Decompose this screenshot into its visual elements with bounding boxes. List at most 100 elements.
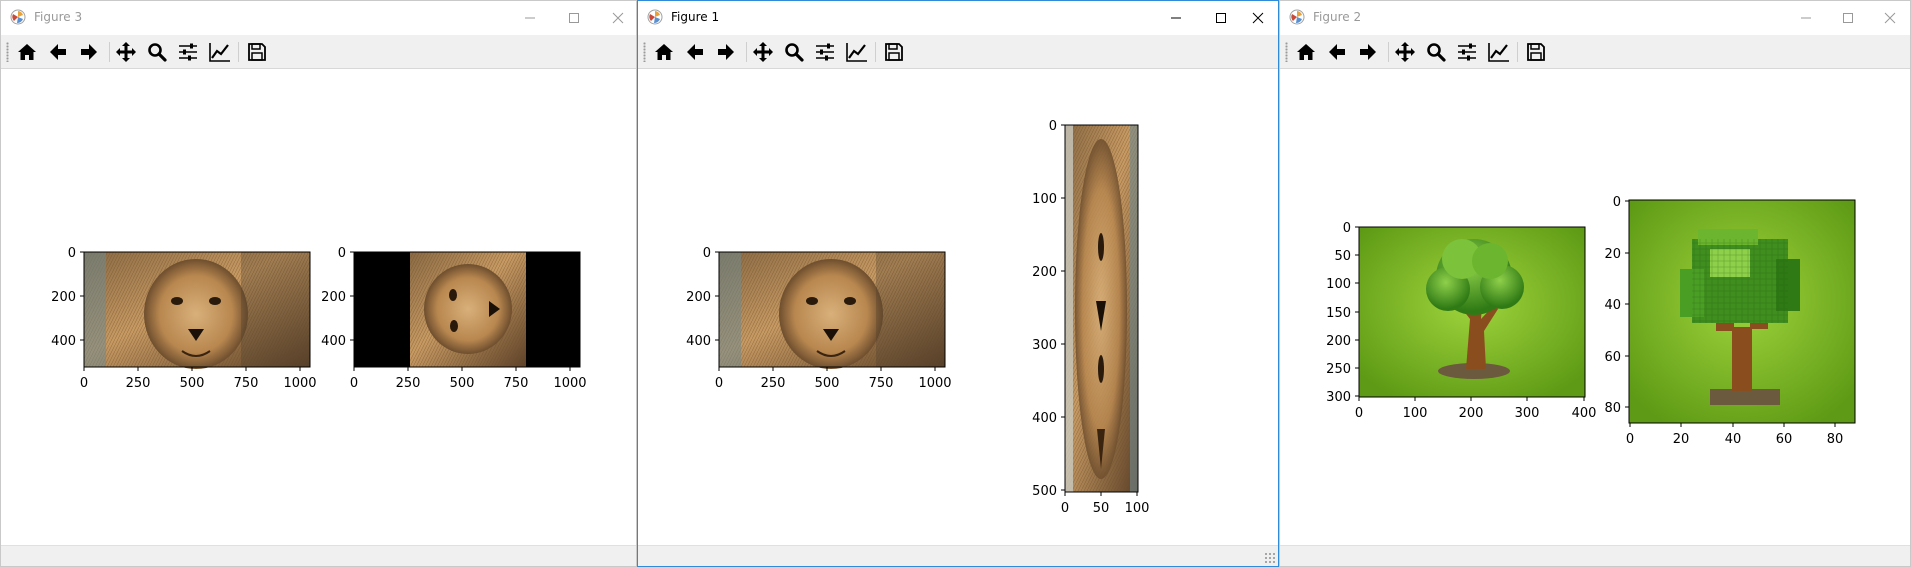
forward-arrow-icon: [1360, 44, 1376, 60]
toolbar-separator: [109, 42, 110, 62]
x-tick-label: 200: [1459, 406, 1484, 421]
minimize-button[interactable]: [1156, 6, 1196, 30]
lion-rotated-image: [354, 252, 580, 367]
toolbar-grip[interactable]: [1285, 42, 1288, 62]
save-button[interactable]: [1524, 41, 1548, 63]
toolbar-grip[interactable]: [6, 42, 9, 62]
save-floppy-icon: [885, 43, 903, 61]
close-button[interactable]: [1238, 6, 1278, 30]
x-tick-label: 400: [1572, 406, 1597, 421]
window-titlebar[interactable]: Figure 3: [1, 1, 636, 35]
save-button[interactable]: [882, 41, 906, 63]
y-tick-label: 0: [1049, 119, 1057, 134]
figure-1-window: Figure 1 0 250 500 750 1000 0 200 400 0 …: [637, 0, 1279, 567]
toolbar-separator: [238, 42, 239, 62]
home-button[interactable]: [1294, 41, 1318, 63]
home-button[interactable]: [15, 41, 39, 63]
x-tick-label: 60: [1776, 432, 1793, 447]
close-button[interactable]: [1870, 6, 1910, 30]
configure-subplots-button[interactable]: [1455, 41, 1479, 63]
zoom-button[interactable]: [1424, 41, 1448, 63]
home-button[interactable]: [652, 41, 676, 63]
y-axis-ticks: 0 200 400: [321, 246, 354, 349]
x-axis-ticks: 0 100 200 300 400: [1355, 397, 1597, 421]
forward-button[interactable]: [1356, 41, 1380, 63]
y-tick-label: 60: [1604, 350, 1621, 365]
y-tick-label: 100: [1032, 192, 1057, 207]
close-icon: [1884, 12, 1896, 24]
x-tick-label: 0: [1626, 432, 1634, 447]
configure-subplots-button[interactable]: [176, 41, 200, 63]
axes-image-1: 0 100 200 300 400 0 50 100 150 200 250 3…: [1326, 221, 1596, 421]
x-tick-label: 500: [815, 376, 840, 391]
figure-canvas[interactable]: 0 100 200 300 400 0 50 100 150 200 250 3…: [1280, 69, 1911, 548]
x-tick-label: 1000: [553, 376, 586, 391]
matplotlib-app-icon: [1289, 9, 1305, 25]
minimize-icon: [525, 17, 535, 19]
pan-button[interactable]: [114, 41, 138, 63]
save-button[interactable]: [245, 41, 269, 63]
pan-button[interactable]: [751, 41, 775, 63]
figure-canvas[interactable]: 0 250 500 750 1000 0 200 400: [1, 69, 637, 548]
forward-button[interactable]: [714, 41, 738, 63]
close-icon: [1252, 12, 1264, 24]
maximize-button[interactable]: [554, 6, 594, 30]
zoom-magnifier-icon: [785, 43, 804, 62]
status-bar: [638, 545, 1278, 566]
x-tick-label: 100: [1403, 406, 1428, 421]
close-icon: [612, 12, 624, 24]
x-tick-label: 40: [1725, 432, 1742, 447]
maximize-button[interactable]: [1828, 6, 1868, 30]
x-axis-ticks: 0 250 500 750 1000: [350, 367, 587, 391]
resize-grip[interactable]: [1264, 552, 1276, 564]
y-tick-label: 0: [1613, 195, 1621, 210]
minimize-button[interactable]: [510, 6, 550, 30]
back-arrow-icon: [50, 44, 66, 60]
figure-canvas[interactable]: 0 250 500 750 1000 0 200 400: [638, 69, 1278, 548]
y-tick-label: 50: [1334, 249, 1351, 264]
maximize-icon: [1843, 13, 1853, 23]
back-button[interactable]: [683, 41, 707, 63]
edit-axis-button[interactable]: [207, 41, 231, 63]
x-axis-ticks: 0 20 40 60 80: [1626, 423, 1843, 447]
back-button[interactable]: [46, 41, 70, 63]
x-tick-label: 0: [350, 376, 358, 391]
maximize-icon: [1216, 13, 1226, 23]
back-button[interactable]: [1325, 41, 1349, 63]
navigation-toolbar: [638, 35, 1278, 69]
x-tick-label: 750: [504, 376, 529, 391]
maximize-button[interactable]: [1201, 6, 1241, 30]
axes-image-2: 0 250 500 750 1000 0 200 400: [321, 246, 586, 391]
x-tick-label: 0: [1061, 501, 1069, 516]
zoom-button[interactable]: [782, 41, 806, 63]
toolbar-grip[interactable]: [643, 42, 646, 62]
window-titlebar[interactable]: Figure 1: [638, 1, 1278, 35]
close-button[interactable]: [598, 6, 636, 30]
minimize-icon: [1801, 17, 1811, 19]
configure-subplots-button[interactable]: [813, 41, 837, 63]
y-axis-ticks: 0 50 100 150 200 250 300: [1326, 221, 1359, 405]
back-arrow-icon: [687, 44, 703, 60]
y-tick-label: 250: [1326, 362, 1351, 377]
x-tick-label: 1000: [283, 376, 316, 391]
edit-axis-button[interactable]: [844, 41, 868, 63]
cartoon-tree-image: [1359, 227, 1585, 397]
toolbar-separator: [1388, 42, 1389, 62]
forward-button[interactable]: [77, 41, 101, 63]
zoom-magnifier-icon: [1427, 43, 1446, 62]
status-bar: [1280, 545, 1910, 566]
window-titlebar[interactable]: Figure 2: [1280, 1, 1910, 35]
edit-axis-icon: [846, 43, 867, 62]
y-tick-label: 300: [1326, 390, 1351, 405]
zoom-button[interactable]: [145, 41, 169, 63]
status-bar: [1, 545, 636, 566]
pan-move-icon: [1395, 42, 1415, 62]
x-tick-label: 750: [234, 376, 259, 391]
lion-stretched-image: [1065, 125, 1138, 492]
axes-image-2: 0 20 40 60 80 0 20 40 60 80: [1604, 195, 1856, 447]
minimize-button[interactable]: [1786, 6, 1826, 30]
pan-button[interactable]: [1393, 41, 1417, 63]
configure-subplots-icon: [816, 43, 834, 61]
x-tick-label: 1000: [918, 376, 951, 391]
edit-axis-button[interactable]: [1486, 41, 1510, 63]
